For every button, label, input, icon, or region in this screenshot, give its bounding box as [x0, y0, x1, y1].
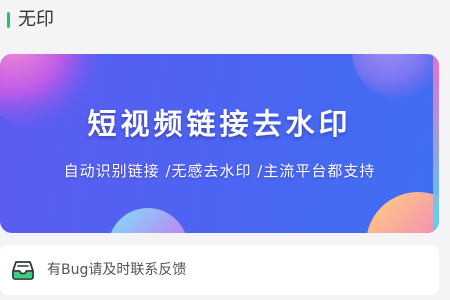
banner-bubble-bottom-middle — [110, 208, 186, 233]
banner-title: 短视频链接去水印 — [87, 107, 352, 141]
section-header: 无印 — [0, 0, 450, 44]
banner-decoration — [0, 54, 439, 233]
page: 无印 短视频链接去水印 自动识别链接 /无感去水印 /主流平台都支持 有Bug请… — [0, 0, 450, 300]
inbox-tray-icon — [12, 261, 34, 280]
banner-right-edge — [433, 54, 439, 233]
promo-banner[interactable]: 短视频链接去水印 自动识别链接 /无感去水印 /主流平台都支持 — [0, 54, 439, 233]
banner-bubble-bottom-right — [367, 192, 439, 233]
section-accent-bar — [7, 12, 10, 28]
banner-subtitle: 自动识别链接 /无感去水印 /主流平台都支持 — [63, 162, 376, 180]
banner-bubble-top-right — [352, 54, 439, 98]
feedback-item[interactable]: 有Bug请及时联系反馈 — [0, 245, 439, 295]
section-title: 无印 — [18, 9, 54, 30]
feedback-label: 有Bug请及时联系反馈 — [47, 262, 187, 278]
